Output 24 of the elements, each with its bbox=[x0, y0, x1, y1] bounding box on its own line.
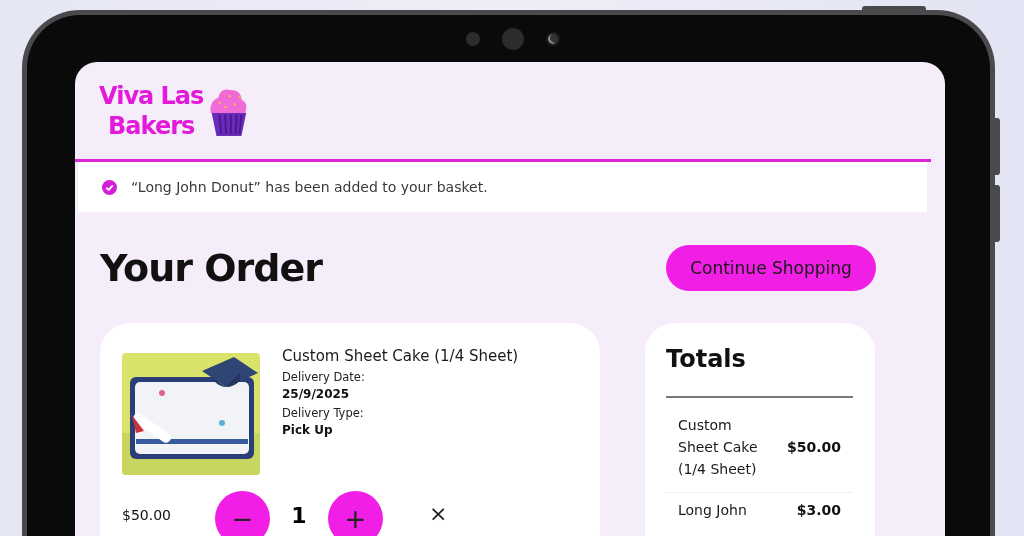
total-item-name: Custom Sheet Cake (1/4 Sheet) bbox=[678, 416, 759, 479]
detail-label: Delivery Date: bbox=[282, 370, 366, 385]
logo-text: Bakers bbox=[108, 110, 195, 141]
remove-button[interactable]: × bbox=[429, 501, 448, 526]
check-icon bbox=[102, 179, 117, 195]
totals-heading: Totals bbox=[666, 345, 747, 373]
decrease-button[interactable]: − bbox=[215, 491, 270, 536]
camera-icon bbox=[502, 27, 524, 50]
notice-message: “Long John Donut” has been added to your basket. bbox=[131, 179, 488, 195]
total-item-amount: $50.00 bbox=[786, 439, 841, 455]
detail-label: Delivery Type: bbox=[282, 406, 365, 421]
camera-icon bbox=[546, 31, 560, 46]
quantity-value: 1 bbox=[290, 503, 308, 528]
logo-text: Viva Las bbox=[99, 80, 204, 111]
camera-icon bbox=[466, 31, 480, 46]
page-heading: Your Order bbox=[100, 246, 322, 290]
item-name: Custom Sheet Cake (1/4 Sheet) bbox=[282, 346, 519, 367]
detail-value: Pick Up bbox=[282, 422, 334, 439]
item-price: $50.00 bbox=[122, 507, 172, 523]
continue-shopping-button[interactable]: Continue Shopping bbox=[666, 245, 876, 291]
total-item-name: Long John bbox=[678, 501, 748, 520]
increase-button[interactable]: + bbox=[328, 491, 383, 536]
total-item-amount: $3.00 bbox=[796, 502, 841, 518]
detail-value: 25/9/2025 bbox=[282, 386, 351, 403]
